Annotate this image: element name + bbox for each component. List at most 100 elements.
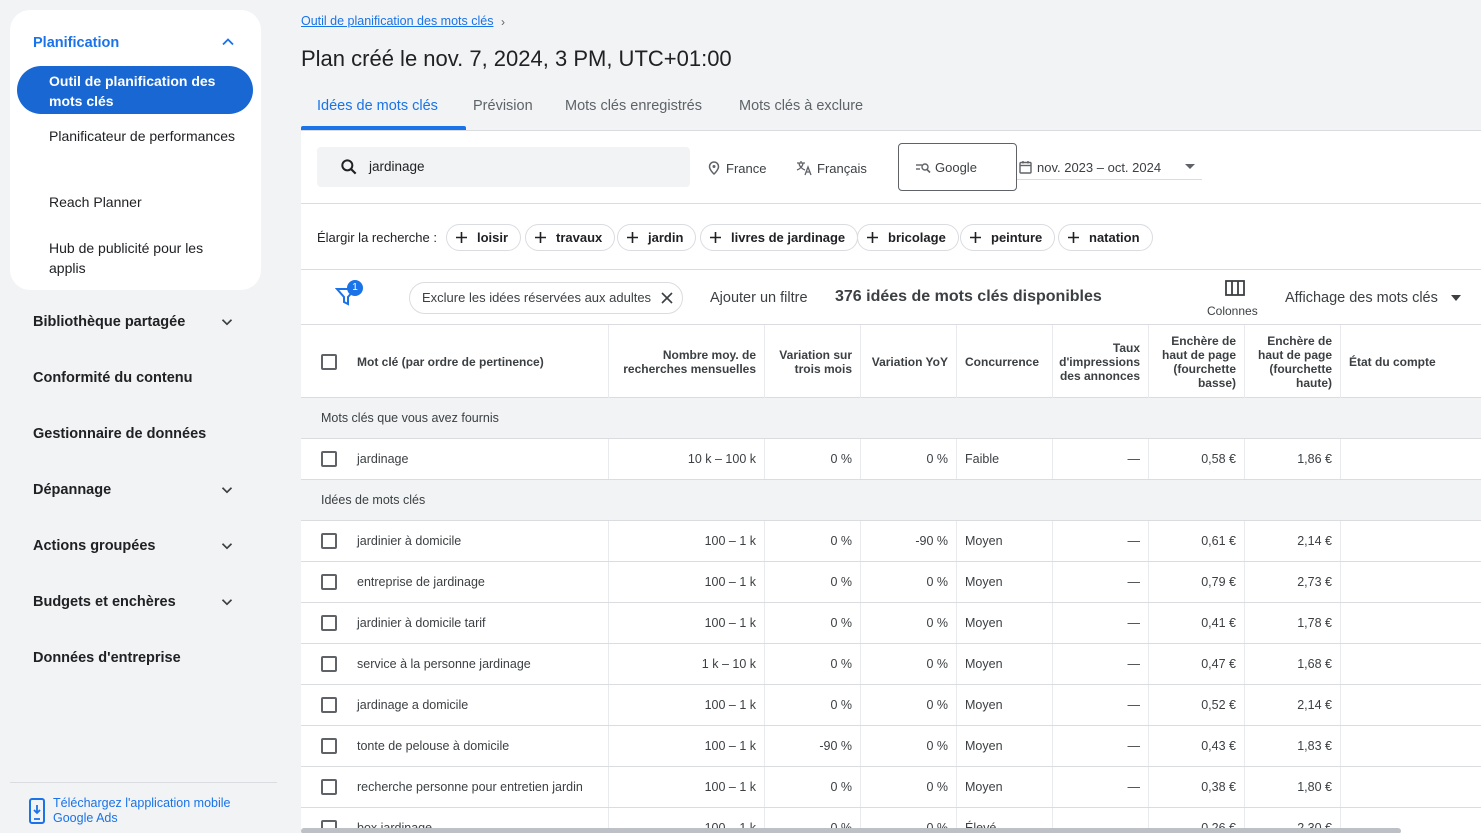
sidebar-item-bulk-actions[interactable]: Actions groupées [33,538,155,554]
translate-icon [796,161,812,176]
cell-yoy-change: 0 % [861,685,957,725]
cell-three-month-change: -90 % [765,726,861,766]
column-header-account-status[interactable]: État du compte [1341,325,1481,398]
columns-icon[interactable] [1225,280,1245,296]
table-row[interactable]: jardinier à domicile 100 – 1 k0 % -90 % Moy… [301,521,1481,562]
cell-yoy-change: 0 % [861,603,957,643]
table-row[interactable]: recherche personne pour entretien jardin… [301,767,1481,808]
cell-account-status [1341,685,1481,725]
broaden-chip[interactable]: peinture [960,224,1056,251]
keyword-view-dropdown[interactable]: Affichage des mots clés [1285,290,1438,306]
column-header-three-month-change[interactable]: Variation sur trois mois [765,325,861,398]
dropdown-arrow-icon[interactable] [1451,295,1461,301]
column-header-competition[interactable]: Concurrence [957,325,1053,398]
dropdown-arrow-icon[interactable] [1185,164,1195,169]
sidebar-divider [10,782,277,783]
table-row[interactable]: entreprise de jardinage 100 – 1 k0 % 0 % Mo… [301,562,1481,603]
cell-impression-share: — [1053,644,1149,684]
broaden-chip[interactable]: natation [1058,224,1153,251]
sidebar-item-performance-planner[interactable]: Planificateur de performances [49,126,239,146]
sidebar-item-reach-planner[interactable]: Reach Planner [49,192,239,212]
plus-icon [867,232,878,243]
cell-account-status [1341,521,1481,561]
cell-competition: Moyen [957,562,1053,602]
close-icon[interactable] [660,291,674,305]
sidebar-item-app-hub[interactable]: Hub de publicité pour les applis [49,238,239,278]
sidebar-item-budgets-bids[interactable]: Budgets et enchères [33,594,176,610]
cell-account-status [1341,726,1481,766]
cell-three-month-change: 0 % [765,767,861,807]
breadcrumb[interactable]: Outil de planification des mots clés [301,14,493,28]
broaden-chip[interactable]: travaux [525,224,616,251]
broaden-chip[interactable]: livres de jardinage [700,224,859,251]
tab-forecast[interactable]: Prévision [473,98,533,114]
cell-yoy-change: 0 % [861,439,957,479]
location-filter[interactable]: France [726,161,766,176]
table-row[interactable]: jardinier à domicile tarif 100 – 1 k0 % 0 … [301,603,1481,644]
cell-three-month-change: 0 % [765,562,861,602]
cell-bid-low: 0,47 € [1149,644,1245,684]
cell-account-status [1341,767,1481,807]
plus-icon [535,232,546,243]
select-all-checkbox[interactable] [321,354,337,370]
cell-impression-share: — [1053,439,1149,479]
sidebar-item-shared-library[interactable]: Bibliothèque partagée [33,314,185,330]
tab-saved-keywords[interactable]: Mots clés enregistrés [565,98,702,114]
chevron-down-icon[interactable] [218,537,236,555]
broaden-chip[interactable]: bricolage [857,224,959,251]
plus-icon [1068,232,1079,243]
table-row[interactable]: jardinage a domicile 100 – 1 k0 % 0 % Moyen… [301,685,1481,726]
table-row[interactable]: jardinage 10 k – 100 k0 % 0 % Faible —0,58 €… [301,439,1481,480]
column-header-impression-share[interactable]: Taux d'impressions des annonces [1053,325,1149,398]
sidebar-item-data-manager[interactable]: Gestionnaire de données [33,426,206,442]
ideas-count: 376 idées de mots clés disponibles [835,288,1102,305]
cell-yoy-change: -90 % [861,521,957,561]
cell-account-status [1341,644,1481,684]
search-input[interactable]: jardinage [317,147,690,187]
sidebar-item-content-compliance[interactable]: Conformité du contenu [33,370,193,386]
chevron-down-icon[interactable] [218,313,236,331]
chevron-up-icon[interactable] [218,32,238,52]
column-header-bid-low[interactable]: Enchère de haut de page (fourchette bass… [1149,325,1245,398]
chevron-down-icon[interactable] [218,481,236,499]
column-header-yoy-change[interactable]: Variation YoY [861,325,957,398]
cell-bid-low: 0,38 € [1149,767,1245,807]
sidebar-item-business-data[interactable]: Données d'entreprise [33,650,181,666]
exclude-adult-filter-chip[interactable]: Exclure les idées réservées aux adultes [409,282,683,314]
sidebar: Planification Outil de planification des… [0,0,285,833]
language-filter[interactable]: Français [817,161,867,176]
column-header-bid-high[interactable]: Enchère de haut de page (fourchette haut… [1245,325,1341,398]
cell-monthly-searches: 100 – 1 k [609,521,765,561]
cell-competition: Moyen [957,726,1053,766]
column-header-keyword[interactable]: Mot clé (par ordre de pertinence) [301,325,609,398]
tab-negative-keywords[interactable]: Mots clés à exclure [739,98,863,114]
broaden-chip[interactable]: jardin [617,224,697,251]
page-title: Plan créé le nov. 7, 2024, 3 PM, UTC+01:… [301,46,732,71]
tab-keyword-ideas[interactable]: Idées de mots clés [317,98,438,114]
cell-bid-high: 1,86 € [1245,439,1341,479]
cell-bid-low: 0,41 € [1149,603,1245,643]
cell-keyword: service à la personne jardinage [301,644,609,684]
chevron-down-icon[interactable] [218,593,236,611]
cell-monthly-searches: 1 k – 10 k [609,644,765,684]
mobile-phone-icon[interactable] [28,798,46,824]
column-header-monthly-searches[interactable]: Nombre moy. de recherches mensuelles [609,325,765,398]
table-header: Mot clé (par ordre de pertinence) Nombre… [301,324,1481,398]
table-row[interactable]: service à la personne jardinage 1 k – 10 … [301,644,1481,685]
cell-competition: Moyen [957,521,1053,561]
download-mobile-app-link[interactable]: Téléchargez l'application mobile Google … [53,796,253,826]
filter-count-badge: 1 [347,280,363,296]
broaden-chip[interactable]: loisir [446,224,522,251]
columns-button[interactable]: Colonnes [1207,304,1258,318]
cell-three-month-change: 0 % [765,685,861,725]
table-row[interactable]: tonte de pelouse à domicile 100 – 1 k -90 … [301,726,1481,767]
add-filter-button[interactable]: Ajouter un filtre [710,290,808,306]
sidebar-item-troubleshooting[interactable]: Dépannage [33,482,111,498]
network-filter[interactable]: Google [898,143,1017,191]
horizontal-scrollbar[interactable] [301,828,1401,833]
date-range-filter[interactable]: nov. 2023 – oct. 2024 [1037,160,1161,175]
cell-monthly-searches: 100 – 1 k [609,726,765,766]
sidebar-item-keyword-planner[interactable]: Outil de planification des mots clés [17,66,253,114]
cell-impression-share: — [1053,521,1149,561]
sidebar-section-planification[interactable]: Planification [33,35,119,51]
